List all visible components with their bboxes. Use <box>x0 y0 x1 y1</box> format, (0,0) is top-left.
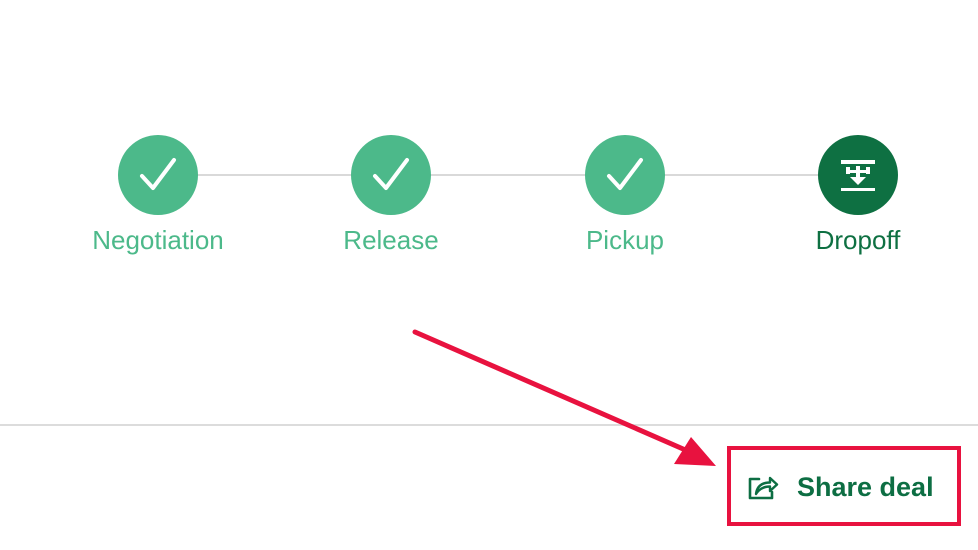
step-negotiation: Negotiation <box>58 135 258 257</box>
deal-progress-panel: Negotiation Release Pickup Dropoff Share… <box>0 0 978 550</box>
share-icon <box>747 473 779 501</box>
step-release: Release <box>291 135 491 257</box>
dropoff-icon <box>841 160 875 191</box>
step-pickup: Pickup <box>525 135 725 257</box>
step-label: Release <box>343 225 439 255</box>
check-icon <box>373 158 409 190</box>
step-circle-completed <box>118 135 198 215</box>
step-label: Dropoff <box>815 225 901 255</box>
step-circle-completed <box>351 135 431 215</box>
check-icon <box>140 158 176 190</box>
step-circle-current <box>818 135 898 215</box>
step-label: Negotiation <box>92 225 224 255</box>
share-deal-button[interactable]: Share deal <box>737 456 947 518</box>
stepper-connector-line <box>158 174 858 176</box>
step-circle-completed <box>585 135 665 215</box>
step-dropoff: Dropoff <box>758 135 958 257</box>
section-divider <box>0 424 978 426</box>
step-label: Pickup <box>585 225 665 255</box>
check-icon <box>607 158 643 190</box>
share-deal-label: Share deal <box>797 471 934 502</box>
